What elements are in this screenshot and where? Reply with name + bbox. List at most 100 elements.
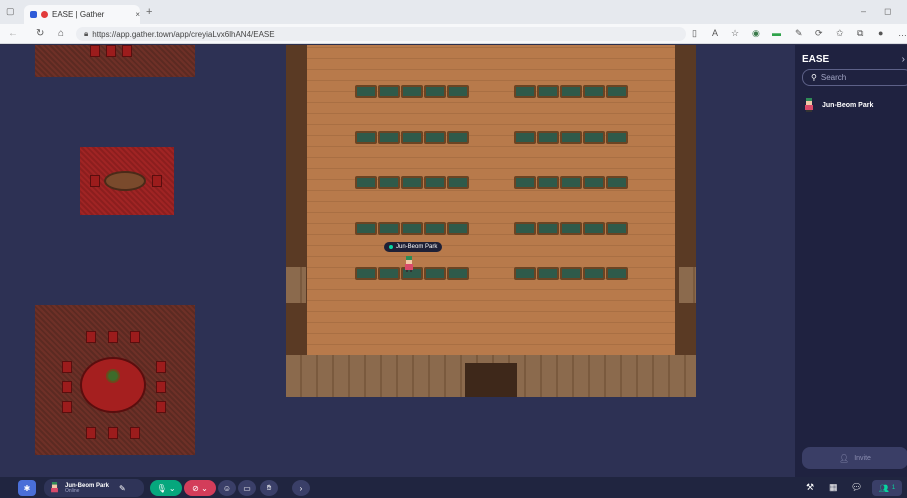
game-map[interactable]: Jun-Beom Park (0, 45, 795, 477)
bench-row (514, 85, 628, 98)
chat-icon[interactable]: 💬︎ (851, 482, 862, 493)
refresh-icon[interactable]: ↻ (36, 28, 44, 39)
chair (130, 427, 140, 439)
member-avatar (805, 98, 813, 112)
bench-row (355, 131, 469, 144)
online-status-icon (389, 245, 393, 249)
chair (90, 175, 100, 187)
back-icon[interactable]: ← (8, 28, 18, 39)
camera-off-icon: ⊘ ⌄ (192, 483, 208, 493)
expand-button[interactable]: › (292, 480, 310, 496)
chair (156, 401, 166, 413)
window-menu-icon[interactable]: ▢ (6, 6, 15, 17)
extension-icon[interactable]: ◉ (752, 28, 760, 39)
player-avatar[interactable] (404, 256, 414, 272)
participants-sidebar: EASE › ⚲ Jun-Beom Park 👤︎ Invite (795, 45, 907, 477)
tab-close-icon[interactable]: × (135, 10, 140, 19)
bench-row (355, 222, 469, 235)
chair (90, 45, 100, 57)
chair (62, 361, 72, 373)
user-status: Online (65, 487, 80, 494)
participants-button[interactable]: 👥︎ 1 (872, 480, 902, 496)
member-name: Jun-Beom Park (822, 101, 874, 109)
player-name: Jun-Beom Park (396, 244, 438, 250)
bench-row (355, 176, 469, 189)
bench-row (514, 176, 628, 189)
stone-pillar (679, 267, 696, 303)
maximize-icon[interactable]: ◻ (884, 6, 891, 17)
chair (86, 331, 96, 343)
chevron-right-icon: › (299, 483, 303, 493)
favorites-icon[interactable]: ✩ (836, 28, 844, 39)
home-icon[interactable]: ⌂ (58, 28, 64, 39)
calendar-icon[interactable]: ▦ (829, 482, 838, 493)
sync-icon[interactable]: ⟳ (815, 28, 823, 39)
profile-icon[interactable]: ● (878, 28, 883, 38)
participants-icon: 👥︎ (878, 483, 889, 493)
bottom-toolbar: ✱ Jun-Beom Park Online ✎ 🎙︎ ⌄ ⊘ ⌄ ☺ ▭ ✋︎… (0, 477, 907, 498)
browser-tab-bar: ▢ EASE | Gather × + – ◻ (0, 0, 907, 24)
screen-share-icon: ▭ (243, 483, 251, 493)
search-field[interactable]: ⚲ (802, 69, 907, 86)
add-favorite-icon[interactable]: ☆ (731, 28, 739, 39)
pen-icon[interactable]: ✎ (795, 28, 803, 39)
chair (106, 45, 116, 57)
build-icon[interactable]: ⚒ (806, 482, 814, 493)
chair (122, 45, 132, 57)
url-field[interactable]: 🔒︎ https://app.gather.town/app/creyiaLvx… (76, 27, 686, 41)
user-profile-button[interactable]: Jun-Beom Park Online ✎ (44, 479, 144, 497)
chair (62, 381, 72, 393)
lock-icon: 🔒︎ (84, 29, 89, 38)
member-list-item[interactable]: Jun-Beom Park (804, 98, 873, 112)
minimize-icon[interactable]: – (861, 6, 866, 16)
add-user-icon: 👤︎ (839, 453, 850, 463)
collections-icon[interactable]: ⧉ (857, 28, 863, 39)
bench-row (514, 267, 628, 280)
hall-door (465, 363, 517, 397)
chair (156, 361, 166, 373)
invite-button[interactable]: 👤︎ Invite (802, 447, 907, 469)
emote-button[interactable]: ☺ (218, 480, 236, 496)
raise-hand-button[interactable]: ✋︎ (260, 480, 278, 496)
chair (86, 427, 96, 439)
bench-row (514, 222, 628, 235)
camera-toggle[interactable]: ⊘ ⌄ (184, 480, 216, 496)
close-sidebar-icon[interactable]: › (902, 54, 905, 65)
chair (152, 175, 162, 187)
invite-label: Invite (854, 454, 871, 462)
more-icon[interactable]: … (898, 28, 907, 38)
round-table (80, 357, 146, 413)
reader-icon[interactable]: ▯ (692, 28, 697, 39)
gather-logo-icon: ✱ (23, 483, 31, 493)
bench-row (355, 85, 469, 98)
read-aloud-icon[interactable]: A (712, 28, 718, 38)
search-input[interactable] (820, 73, 901, 82)
gather-logo-button[interactable]: ✱ (18, 480, 36, 496)
participants-count: 1 (891, 485, 896, 491)
chair (108, 427, 118, 439)
plant-icon (106, 369, 120, 383)
bench-row (514, 131, 628, 144)
browser-address-bar: ← ↻ ⌂ 🔒︎ https://app.gather.town/app/cre… (0, 24, 907, 44)
new-tab-icon[interactable]: + (146, 6, 152, 18)
stone-pillar (286, 267, 306, 303)
chair (156, 381, 166, 393)
extension2-icon[interactable]: ▬ (772, 28, 781, 38)
meeting-table (104, 171, 146, 191)
url-text: https://app.gather.town/app/creyiaLvx6lh… (92, 29, 275, 39)
edit-icon[interactable]: ✎ (119, 484, 126, 493)
space-title: EASE (802, 54, 830, 65)
tab-title: EASE | Gather (52, 10, 105, 19)
recording-icon (41, 11, 48, 18)
smiley-icon: ☺ (222, 483, 232, 493)
tab-favicon-icon (30, 11, 37, 18)
hand-icon: ✋︎ (266, 483, 272, 492)
chair (62, 401, 72, 413)
browser-tab[interactable]: EASE | Gather × (24, 5, 140, 24)
search-icon: ⚲ (811, 73, 817, 82)
chair (130, 331, 140, 343)
player-name-tag: Jun-Beom Park (384, 242, 443, 252)
microphone-toggle[interactable]: 🎙︎ ⌄ (150, 480, 182, 496)
screen-share-button[interactable]: ▭ (238, 480, 256, 496)
user-avatar (51, 482, 58, 493)
